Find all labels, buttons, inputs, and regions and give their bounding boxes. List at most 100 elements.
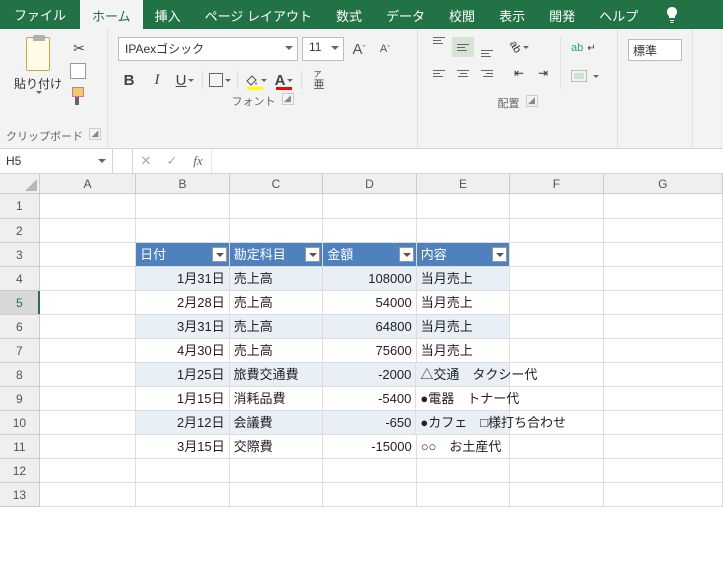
cell[interactable]: [510, 435, 603, 459]
bold-button[interactable]: B: [118, 69, 140, 91]
cell[interactable]: [40, 459, 136, 483]
cell[interactable]: [40, 411, 136, 435]
cell[interactable]: 消耗品費: [230, 387, 323, 411]
col-header-c[interactable]: C: [230, 174, 323, 193]
cell[interactable]: [323, 219, 416, 243]
cell[interactable]: 64800: [323, 315, 416, 339]
col-header-g[interactable]: G: [604, 174, 723, 193]
cell[interactable]: 3月31日: [136, 315, 229, 339]
cell[interactable]: [40, 219, 136, 243]
cell[interactable]: [510, 267, 603, 291]
cell[interactable]: [230, 219, 323, 243]
tab-insert[interactable]: 挿入: [143, 0, 193, 29]
row-header[interactable]: 4: [0, 267, 40, 291]
cell[interactable]: [230, 483, 323, 507]
cell[interactable]: -15000: [323, 435, 416, 459]
cell[interactable]: [510, 387, 603, 411]
cell[interactable]: [604, 194, 723, 219]
cell[interactable]: [510, 243, 603, 267]
cell[interactable]: 売上高: [230, 339, 323, 363]
cell[interactable]: [40, 194, 136, 219]
row-header[interactable]: 5: [0, 291, 40, 315]
cell[interactable]: 3月15日: [136, 435, 229, 459]
row-header[interactable]: 6: [0, 315, 40, 339]
cell[interactable]: -5400: [323, 387, 416, 411]
cell[interactable]: [417, 219, 510, 243]
table-header-date[interactable]: 日付: [136, 243, 230, 267]
cell[interactable]: [510, 411, 603, 435]
copy-button[interactable]: [70, 63, 88, 81]
cell[interactable]: [510, 194, 603, 219]
row-header[interactable]: 9: [0, 387, 40, 411]
cell[interactable]: [604, 435, 723, 459]
cell[interactable]: [510, 315, 603, 339]
cell[interactable]: [40, 435, 136, 459]
cell[interactable]: 1月31日: [136, 267, 229, 291]
cell[interactable]: [510, 291, 603, 315]
cell[interactable]: 75600: [323, 339, 416, 363]
cell[interactable]: [604, 459, 723, 483]
cell[interactable]: 2月28日: [136, 291, 229, 315]
table-header-amount[interactable]: 金額: [323, 243, 417, 267]
cell[interactable]: △交通 タクシー代: [416, 363, 510, 387]
align-launcher[interactable]: ◢: [526, 95, 538, 107]
font-color-button[interactable]: A: [273, 69, 295, 91]
cell[interactable]: [40, 363, 136, 387]
format-painter-button[interactable]: [70, 87, 88, 105]
cell[interactable]: [604, 387, 723, 411]
col-header-f[interactable]: F: [510, 174, 603, 193]
font-launcher[interactable]: ◢: [282, 93, 294, 105]
phonetic-button[interactable]: ア亜: [308, 69, 330, 91]
cell[interactable]: [136, 219, 229, 243]
border-button[interactable]: [209, 69, 231, 91]
fill-color-button[interactable]: [244, 69, 267, 91]
cell[interactable]: 当月売上: [417, 291, 510, 315]
cell[interactable]: ○○ お土産代: [417, 435, 510, 459]
tab-page-layout[interactable]: ページ レイアウト: [193, 0, 324, 29]
cell[interactable]: [510, 459, 603, 483]
cell[interactable]: [510, 363, 603, 387]
tab-review[interactable]: 校閲: [437, 0, 487, 29]
indent-increase-button[interactable]: ⇥: [532, 63, 554, 83]
formula-input[interactable]: [212, 149, 723, 173]
cell[interactable]: [604, 363, 723, 387]
cell[interactable]: [136, 194, 229, 219]
cut-button[interactable]: [70, 39, 88, 57]
filter-dropdown[interactable]: [492, 247, 507, 262]
row-header[interactable]: 2: [0, 219, 40, 243]
cell[interactable]: [604, 219, 723, 243]
tell-me-icon[interactable]: [656, 0, 688, 29]
cell[interactable]: [417, 483, 510, 507]
select-all-corner[interactable]: [0, 174, 40, 193]
cell[interactable]: 108000: [323, 267, 416, 291]
align-top-button[interactable]: [428, 37, 450, 57]
cell[interactable]: [604, 483, 723, 507]
row-header[interactable]: 11: [0, 435, 40, 459]
indent-decrease-button[interactable]: ⇤: [508, 63, 530, 83]
cell[interactable]: [40, 387, 136, 411]
insert-function-button[interactable]: fx: [185, 149, 211, 173]
increase-font-button[interactable]: Aˆ: [348, 38, 370, 60]
cell[interactable]: [510, 219, 603, 243]
cell[interactable]: [417, 194, 510, 219]
table-header-desc[interactable]: 内容: [417, 243, 511, 267]
row-header[interactable]: 8: [0, 363, 40, 387]
cell[interactable]: [604, 267, 723, 291]
cell[interactable]: [40, 291, 136, 315]
filter-dropdown[interactable]: [399, 247, 414, 262]
cell[interactable]: [40, 339, 136, 363]
cancel-button[interactable]: ✕: [133, 149, 159, 173]
paste-dropdown[interactable]: [34, 94, 42, 102]
tab-view[interactable]: 表示: [487, 0, 537, 29]
col-header-b[interactable]: B: [136, 174, 229, 193]
cell[interactable]: ●電器 トナー代: [416, 387, 510, 411]
tab-developer[interactable]: 開発: [537, 0, 587, 29]
cell[interactable]: 旅費交通費: [230, 363, 323, 387]
cell[interactable]: 会議費: [230, 411, 323, 435]
cell[interactable]: 2月12日: [136, 411, 229, 435]
cell[interactable]: [40, 267, 136, 291]
cell[interactable]: 1月15日: [136, 387, 229, 411]
cell[interactable]: [40, 315, 136, 339]
tab-data[interactable]: データ: [374, 0, 437, 29]
cell[interactable]: 4月30日: [136, 339, 229, 363]
